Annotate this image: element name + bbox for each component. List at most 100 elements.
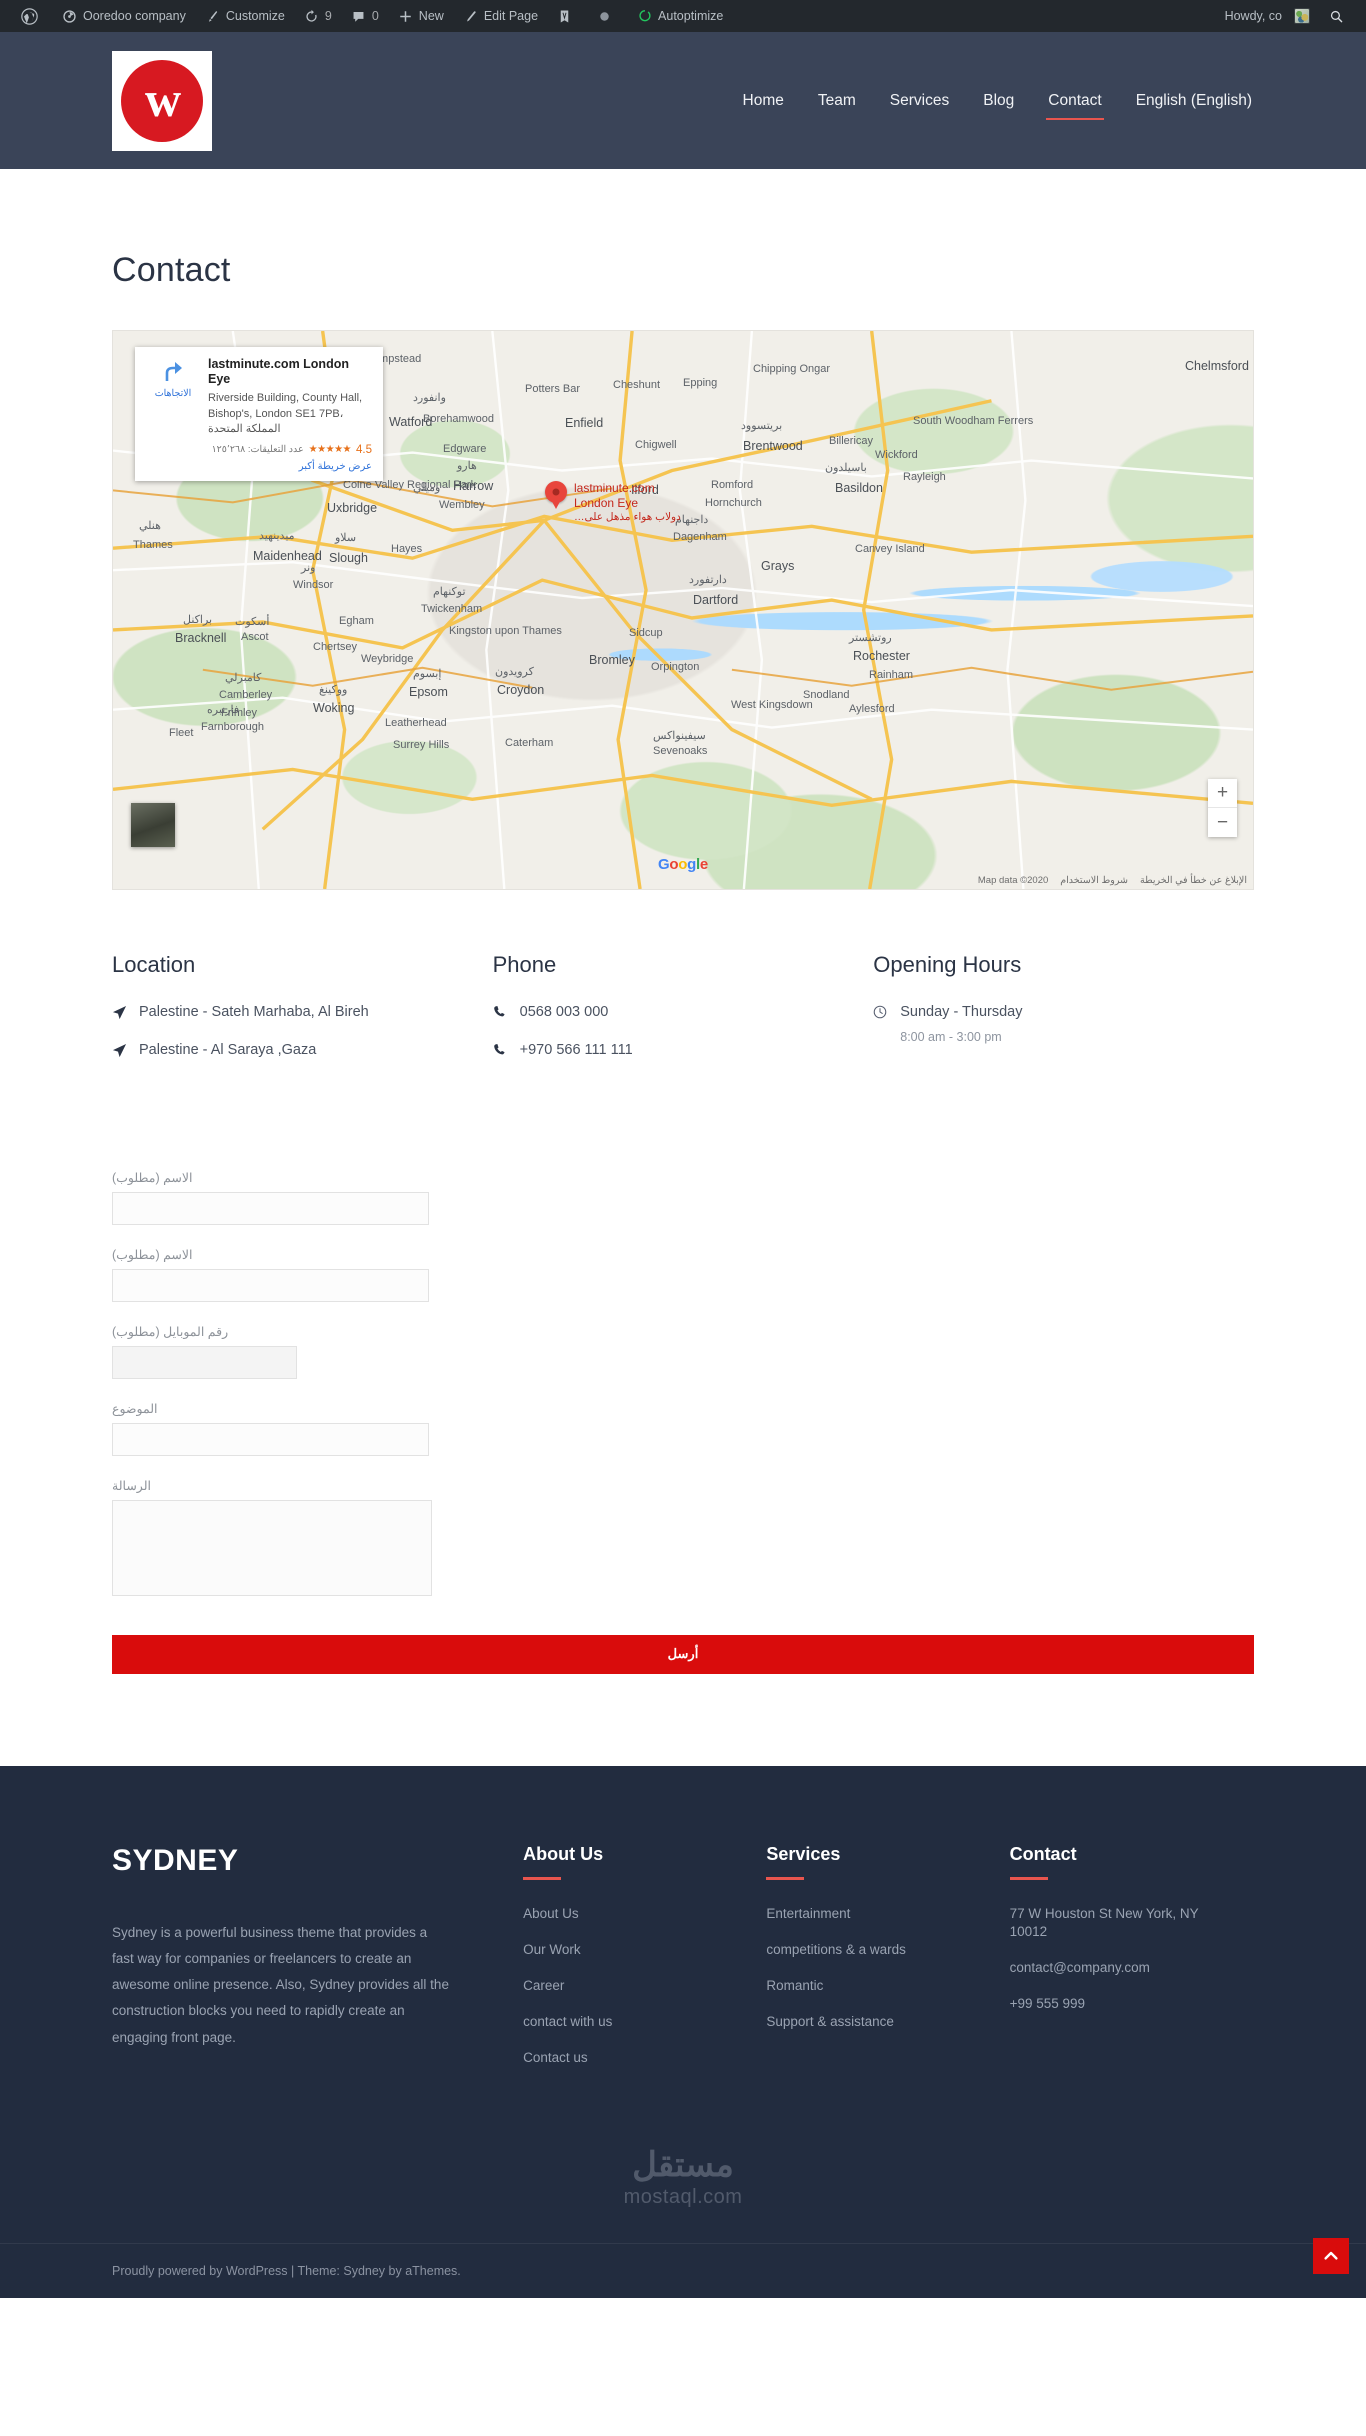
map-label: ووكينغ xyxy=(319,684,348,696)
map-label: Hornchurch xyxy=(705,497,762,509)
submit-button[interactable]: أرسل xyxy=(112,1634,1254,1674)
form-input-message[interactable] xyxy=(112,1499,432,1596)
footer-contact-email[interactable]: contact@company.com xyxy=(1010,1960,1150,1975)
form-field-subject: الموضوع xyxy=(112,1401,1254,1456)
list-item: contact with us xyxy=(523,2013,742,2031)
list-item: contact@company.com xyxy=(1010,1959,1229,1977)
customize-menu-item[interactable]: Customize xyxy=(195,0,294,32)
admin-search-button[interactable] xyxy=(1319,0,1354,32)
nav-item-language[interactable]: English (English) xyxy=(1134,86,1254,116)
google-map[interactable]: Chelmsford Hempstead Potters Bar Cheshunt Ep… xyxy=(112,330,1254,890)
nav-item-team[interactable]: Team xyxy=(816,86,858,116)
nav-item-services[interactable]: Services xyxy=(888,86,951,116)
form-label-name-1: الاسم (مطلوب) xyxy=(112,1170,193,1185)
footer-column-services: Services Entertainment competitions & a … xyxy=(766,1844,1009,2085)
edit-page-label: Edit Page xyxy=(483,9,539,23)
nav-item-contact[interactable]: Contact xyxy=(1046,86,1105,120)
map-label: Ascot xyxy=(241,631,269,643)
map-marker-title-line1: lastminute.com xyxy=(574,481,655,495)
map-label: وانفورد xyxy=(413,392,446,404)
footer-link-services-2[interactable]: Romantic xyxy=(766,1978,823,1993)
map-label: إبسوم xyxy=(413,668,442,680)
footer-link-about-1[interactable]: Our Work xyxy=(523,1942,581,1957)
form-label-message: الرسالة xyxy=(112,1478,151,1493)
location-arrow-icon xyxy=(112,1040,128,1058)
map-label: Kingston upon Thames xyxy=(449,625,562,637)
map-zoom-in-button[interactable]: + xyxy=(1208,779,1237,808)
map-label: Bracknell xyxy=(175,631,227,645)
autoptimize-menu-item[interactable]: Autoptimize xyxy=(627,0,732,32)
circle-menu-item[interactable] xyxy=(587,0,627,32)
form-input-name-2[interactable] xyxy=(112,1268,429,1302)
map-label: باسيلدون xyxy=(825,462,867,474)
wp-logo-menu-item[interactable] xyxy=(12,0,52,32)
list-item: About Us xyxy=(523,1905,742,1923)
map-marker[interactable] xyxy=(545,481,567,503)
page-content: Contact Chelmsford Hempstead Potters Bar… xyxy=(0,169,1366,1766)
footer-link-services-0[interactable]: Entertainment xyxy=(766,1906,850,1921)
updates-count: 9 xyxy=(324,9,332,23)
footer-link-about-3[interactable]: contact with us xyxy=(523,2014,612,2029)
updates-menu-item[interactable]: 9 xyxy=(294,0,341,32)
map-report-error-link[interactable]: الإبلاغ عن خطأ في الخريطة xyxy=(1140,875,1247,886)
info-line-phone-2: +970 566 111 111 xyxy=(493,1040,844,1062)
form-input-subject[interactable] xyxy=(112,1422,429,1456)
map-info-card[interactable]: الاتجاهات lastminute.com London Eye Rive… xyxy=(135,347,383,481)
footer-list-contact: 77 W Houston St New York, NY 10012 conta… xyxy=(1010,1905,1229,2013)
form-input-name-1[interactable] xyxy=(112,1191,429,1225)
footer-link-about-4[interactable]: Contact us xyxy=(523,2050,588,2065)
info-heading-phone: Phone xyxy=(492,952,557,977)
scroll-to-top-button[interactable] xyxy=(1313,2237,1349,2274)
map-label: بريتسوود xyxy=(741,420,783,432)
map-label: Billericay xyxy=(829,435,874,447)
list-item: Career xyxy=(523,1977,742,1995)
new-content-menu-item[interactable]: New xyxy=(388,0,453,32)
footer-link-services-1[interactable]: competitions & a wards xyxy=(766,1942,906,1957)
map-pin-icon xyxy=(545,481,567,503)
site-name-menu-item[interactable]: Ooredoo company xyxy=(52,0,195,32)
site-logo[interactable]: w xyxy=(112,50,212,151)
wpml-menu-item[interactable] xyxy=(547,0,587,32)
my-account-menu-item[interactable]: Howdy, co xyxy=(1216,0,1319,32)
footer-heading-contact: Contact xyxy=(1009,1844,1229,1880)
updates-icon xyxy=(303,8,320,25)
map-label: Wickford xyxy=(875,449,918,461)
footer-brand-column: SYDNEY Sydney is a powerful business the… xyxy=(112,1844,523,2085)
map-place-title: lastminute.com London Eye xyxy=(208,357,349,386)
google-logo[interactable]: Google xyxy=(658,856,708,873)
footer-heading-about: About Us xyxy=(523,1844,742,1880)
map-label: Chigwell xyxy=(635,439,677,451)
pencil-icon xyxy=(462,8,479,25)
comments-menu-item[interactable]: 0 xyxy=(341,0,388,32)
map-label: سيفينواكس xyxy=(653,730,706,742)
map-label: Epping xyxy=(683,377,718,389)
map-label: Rochester xyxy=(853,649,910,663)
footer-link-services-3[interactable]: Support & assistance xyxy=(766,2014,894,2029)
map-place-address: Riverside Building, County Hall, Bishop'… xyxy=(208,392,363,436)
map-view-larger-link[interactable]: عرض خريطة أكبر xyxy=(208,461,372,472)
map-zoom-out-button[interactable]: − xyxy=(1208,808,1237,837)
info-column-location: Location Palestine - Sateh Marhaba, Al B… xyxy=(112,952,493,1078)
customize-label: Customize xyxy=(225,9,285,23)
nav-item-blog[interactable]: Blog xyxy=(981,86,1016,116)
map-label: توكنهام xyxy=(433,586,466,598)
nav-item-home[interactable]: Home xyxy=(741,86,786,116)
form-input-mobile[interactable] xyxy=(112,1345,297,1379)
map-label: Bromley xyxy=(589,653,635,667)
phone-icon xyxy=(493,1002,509,1019)
footer-link-about-2[interactable]: Career xyxy=(523,1978,564,1993)
map-directions-button[interactable]: الاتجاهات xyxy=(146,357,200,472)
edit-page-menu-item[interactable]: Edit Page xyxy=(453,0,547,32)
circle-icon xyxy=(596,8,613,25)
footer-link-about-0[interactable]: About Us xyxy=(523,1906,579,1921)
map-directions-label: الاتجاهات xyxy=(154,388,192,399)
map-label: Watford xyxy=(389,415,433,429)
map-terms-link[interactable]: شروط الاستخدام xyxy=(1060,875,1128,886)
form-field-mobile: رقم الموبايل (مطلوب) xyxy=(112,1324,1254,1379)
map-label: Dartford xyxy=(693,593,739,607)
street-view-thumbnail[interactable] xyxy=(131,803,175,847)
wp-admin-bar: Ooredoo company Customize 9 0 New Edit P… xyxy=(0,0,1366,32)
admin-bar-left-group: Ooredoo company Customize 9 0 New Edit P… xyxy=(12,0,732,32)
directions-arrow-icon xyxy=(165,362,182,381)
info-heading-hours: Opening Hours xyxy=(873,952,1022,977)
